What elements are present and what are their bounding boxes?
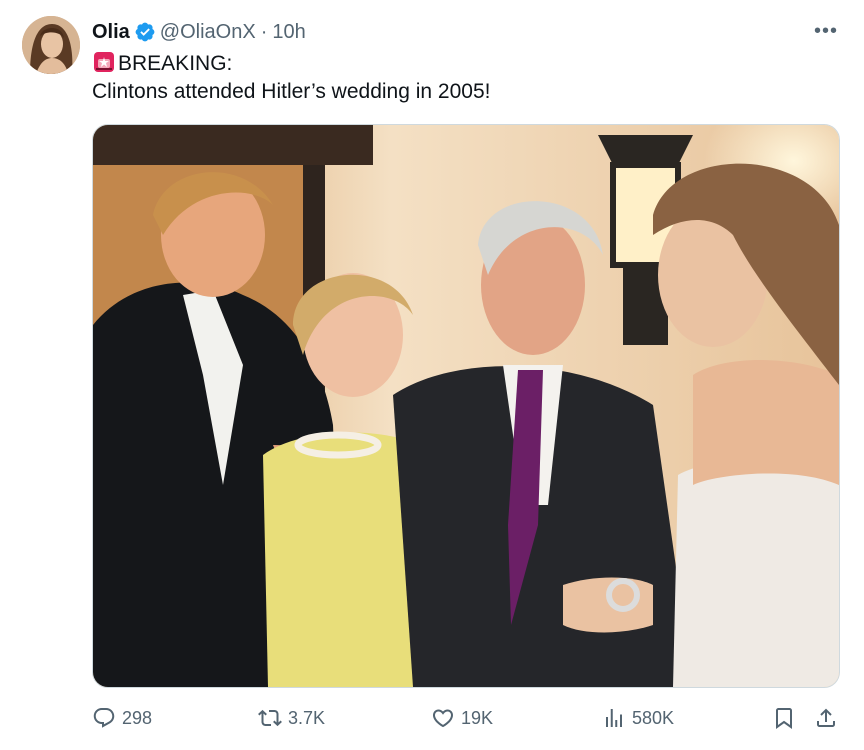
views-button[interactable]: 580K	[602, 700, 674, 736]
bookmark-icon	[776, 708, 792, 729]
avatar[interactable]	[22, 16, 80, 74]
views-count: 580K	[632, 707, 675, 728]
headline-line: BREAKING:	[92, 50, 832, 78]
like-count: 19K	[461, 707, 494, 728]
bookmark-button[interactable]	[772, 700, 796, 736]
reply-button[interactable]: 298	[92, 700, 152, 736]
author-handle[interactable]: @OliaOnX	[160, 21, 256, 44]
repost-button[interactable]: 3.7K	[258, 700, 325, 736]
share-icon	[817, 708, 835, 727]
analytics-icon	[606, 709, 622, 727]
tweet-header: Olia @OliaOnX · 10h	[92, 18, 306, 46]
author-name[interactable]: Olia	[92, 21, 130, 44]
more-options-button[interactable]: •••	[814, 20, 838, 43]
separator-dot: ·	[260, 20, 268, 43]
timestamp[interactable]: 10h	[272, 21, 305, 44]
reply-count: 298	[122, 707, 153, 728]
heart-icon	[432, 709, 454, 728]
body-text: Clintons attended Hitler’s wedding in 20…	[92, 80, 491, 103]
avatar-image	[22, 16, 80, 74]
share-button[interactable]	[814, 700, 838, 736]
tweet-photo[interactable]	[92, 124, 840, 688]
tweet-actions: 298 3.7K 19K 580K	[92, 700, 840, 736]
siren-icon	[94, 52, 114, 72]
repost-count: 3.7K	[288, 707, 326, 728]
verified-badge-icon[interactable]	[134, 21, 156, 43]
photo-image	[93, 125, 839, 687]
headline-text: BREAKING:	[118, 52, 233, 75]
tweet-text: BREAKING: Clintons attended Hitler’s wed…	[92, 50, 832, 106]
repost-icon	[258, 709, 282, 727]
like-button[interactable]: 19K	[431, 700, 493, 736]
reply-icon	[93, 708, 115, 728]
